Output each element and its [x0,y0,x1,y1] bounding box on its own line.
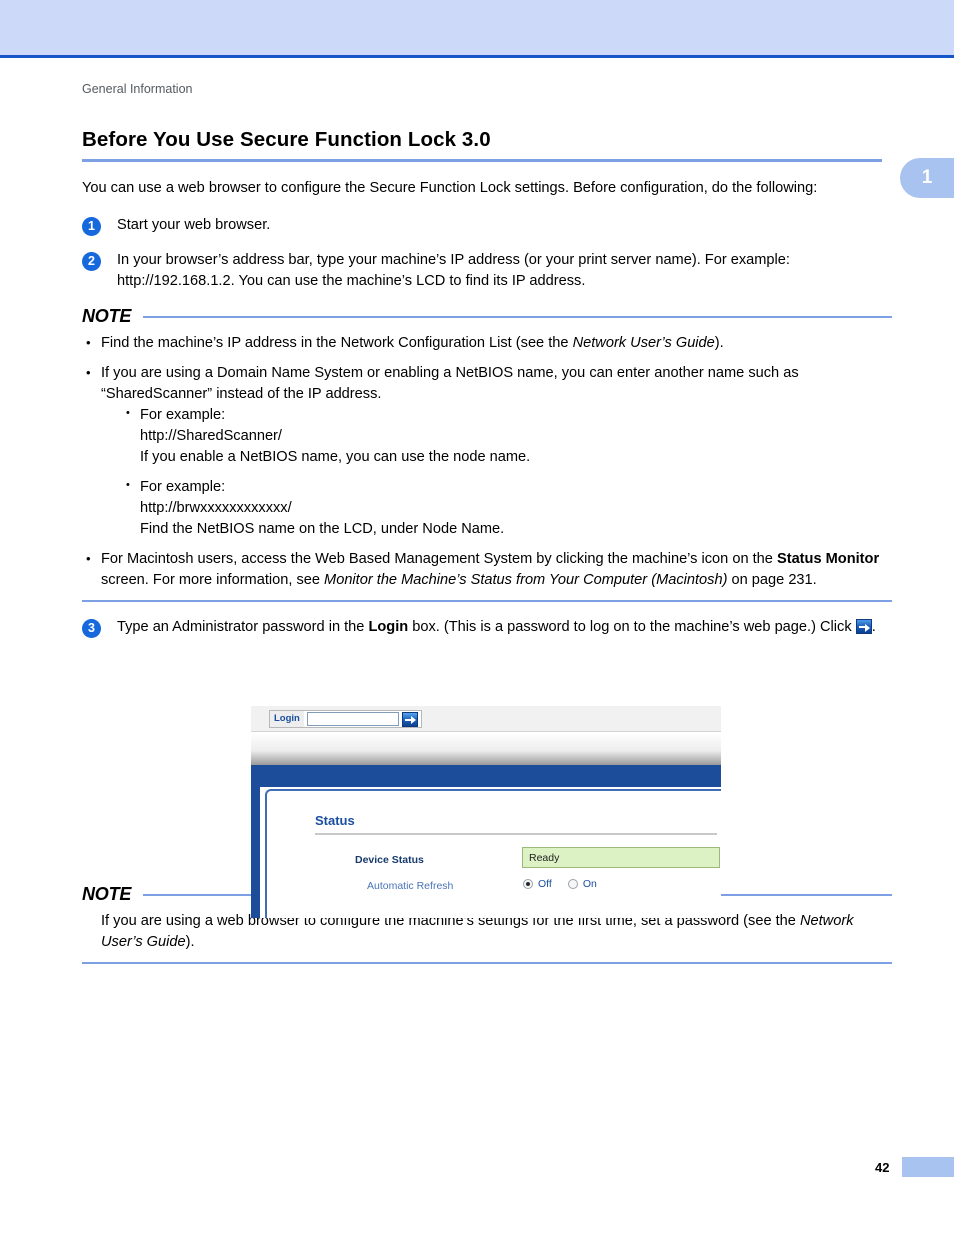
ss-radio-off-label: Off [538,878,552,890]
step-text-2: In your browser’s address bar, type your… [117,252,790,289]
note-bottom-closing-rule [82,962,892,964]
step-text-3: Type an Administrator password in the Lo… [117,617,892,638]
ss-automatic-refresh-radios: Off On [523,878,597,890]
step-number-2: 2 [82,252,101,271]
note-bottom-label: NOTE [82,884,132,904]
running-head: General Information [82,82,193,96]
bullet-text-a: If you are using a Domain Name System or… [101,365,799,402]
page-title: Before You Use Secure Function Lock 3.0 [82,128,491,151]
note-top-sub-bullet-list: For example: http://SharedScanner/ If yo… [123,403,892,540]
note-bottom-text-b: ). [185,934,195,950]
list-item: For example: http://brwxxxxxxxxxxxx/ Fin… [123,475,892,540]
note-top-label: NOTE [82,306,132,326]
ss-device-status-value: Ready [522,847,720,868]
ss-login-input[interactable] [306,712,399,726]
sub-bullet-line1: For example: [140,407,226,423]
ss-brand-header [251,733,721,765]
note-top-rule [143,315,892,318]
list-item: If you are using a Domain Name System or… [82,362,892,540]
ss-sidebar-edge [251,787,260,918]
title-rule [82,159,882,162]
intro-paragraph: You can use a web browser to configure t… [82,180,818,196]
list-item: Find the machine’s IP address in the Net… [82,332,892,354]
chapter-tab: 1 [900,158,954,198]
step-3: 3 Type an Administrator password in the … [82,617,892,638]
footer-chapter-tab [902,1157,954,1177]
ss-login-label: Login [270,711,304,727]
step3-text-c: . [871,619,876,635]
step3-text-a: Type an Administrator password in the [117,619,369,635]
sub-bullet-line1: For example: [140,479,226,495]
note-top-bullet-list: Find the machine’s IP address in the Net… [82,332,892,591]
note-top-bottom-rule [82,600,892,602]
mac-text-b: screen. For more information, see [101,572,325,588]
mac-text-a: For Macintosh users, access the Web Base… [101,551,777,567]
ss-status-rule [315,833,717,835]
sub-bullet-line2: http://SharedScanner/ [140,428,282,444]
list-item: For example: http://SharedScanner/ If yo… [123,403,892,468]
ss-login-group: Login [269,710,422,728]
page-number: 42 [875,1160,890,1175]
note-top-header: NOTE [82,306,892,327]
step3-text-b: box. (This is a password to log on to th… [408,619,856,635]
step-1: 1 Start your web browser. [82,215,892,236]
ss-device-status-label: Device Status [355,854,424,866]
step3-bold-login: Login [368,619,409,635]
bullet-italic: Network User’s Guide [572,335,715,351]
list-item: For Macintosh users, access the Web Base… [82,548,892,591]
ss-automatic-refresh-label: Automatic Refresh [367,880,454,892]
mac-bold-status-monitor: Status Monitor [776,551,880,567]
arrow-right-icon[interactable] [401,711,418,727]
mac-text-c: on page 231. [727,572,817,588]
ss-status-heading: Status [315,813,355,828]
ss-radio-off[interactable] [523,879,533,889]
ss-content-panel: Status Device Status Ready Automatic Ref… [265,789,721,918]
ss-radio-on-label: On [582,878,597,890]
bullet-text-b: ). [714,335,724,351]
page-header-band [0,0,954,58]
step-number-3: 3 [82,619,101,638]
sub-bullet-line2: http://brwxxxxxxxxxxxx/ [140,500,292,516]
arrow-right-icon [855,619,872,634]
sub-bullet-line3: If you enable a NetBIOS name, you can us… [140,449,531,465]
step-text-1: Start your web browser. [117,217,271,233]
ss-nav-bar [251,765,721,787]
sub-bullet-line3: Find the NetBIOS name on the LCD, under … [140,521,505,537]
mac-italic-reference: Monitor the Machine’s Status from Your C… [324,572,728,588]
embedded-web-ui-screenshot: Login Status Device Status Ready Automat… [251,706,721,918]
step-number-1: 1 [82,217,101,236]
ss-radio-on[interactable] [567,879,578,889]
bullet-text-a: Find the machine’s IP address in the Net… [101,335,573,351]
step-2: 2 In your browser’s address bar, type yo… [82,250,892,292]
